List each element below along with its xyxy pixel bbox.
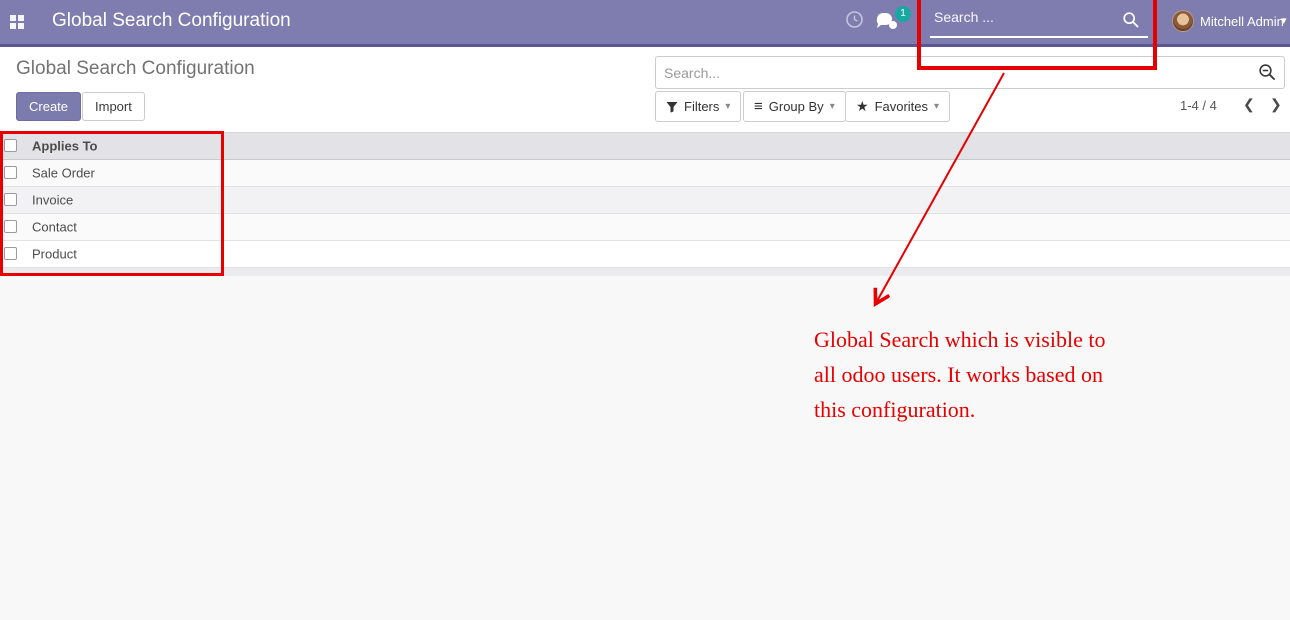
view-search-input[interactable] (664, 61, 1224, 84)
chevron-down-icon: ▾ (934, 101, 939, 112)
import-button[interactable]: Import (82, 92, 145, 121)
control-panel: Global Search Configuration Create Impor… (0, 47, 1290, 132)
list-row-product[interactable]: Product (0, 241, 1290, 268)
pager-previous-button[interactable]: ❮ (1243, 96, 1255, 113)
group-by-button[interactable]: ≡ Group By ▾ (743, 91, 846, 122)
favorites-button[interactable]: ★ Favorites ▾ (845, 91, 950, 122)
annotation-text: Global Search which is visible to all od… (814, 322, 1105, 427)
create-button[interactable]: Create (16, 92, 81, 121)
filters-label: Filters (684, 99, 719, 114)
column-header-applies-to: Applies To (32, 139, 97, 154)
list-row-sale-order[interactable]: Sale Order (0, 160, 1290, 187)
search-options-icon[interactable] (1258, 63, 1277, 82)
user-avatar[interactable] (1172, 10, 1194, 32)
chevron-down-icon: ▾ (725, 101, 730, 112)
list-row-contact[interactable]: Contact (0, 214, 1290, 241)
list-header-row: Applies To (0, 132, 1290, 160)
annotation-line: all odoo users. It works based on (814, 357, 1105, 392)
favorites-label: Favorites (875, 99, 928, 114)
list-view: Applies To Sale Order Invoice Contact Pr… (0, 132, 1290, 268)
activity-clock-icon[interactable] (845, 10, 864, 29)
global-search-input[interactable] (934, 9, 1114, 25)
row-checkbox[interactable] (4, 220, 17, 233)
annotation-line: Global Search which is visible to (814, 322, 1105, 357)
filters-button[interactable]: Filters ▾ (655, 91, 741, 122)
annotation-line: this configuration. (814, 392, 1105, 427)
row-label: Product (32, 247, 77, 262)
row-checkbox[interactable] (4, 247, 17, 260)
apps-menu-icon[interactable] (10, 15, 24, 29)
odoo-window: Global Search Configuration 1 Mitchell A… (0, 0, 1290, 620)
row-checkbox[interactable] (4, 193, 17, 206)
row-label: Contact (32, 220, 77, 235)
row-label: Sale Order (32, 166, 95, 181)
row-checkbox[interactable] (4, 166, 17, 179)
search-icon[interactable] (1122, 11, 1140, 29)
top-navbar: Global Search Configuration 1 Mitchell A… (0, 0, 1290, 47)
group-by-icon: ≡ (754, 98, 763, 115)
list-footer-strip (0, 268, 1290, 276)
group-by-label: Group By (769, 99, 824, 114)
list-row-invoice[interactable]: Invoice (0, 187, 1290, 214)
app-title: Global Search Configuration (52, 10, 291, 32)
user-caret-icon: ▾ (1281, 14, 1287, 27)
global-search-field (930, 6, 1148, 38)
filter-funnel-icon (666, 101, 678, 113)
view-search-field (655, 56, 1285, 89)
user-menu[interactable]: Mitchell Admin (1200, 14, 1284, 29)
favorites-star-icon: ★ (856, 98, 869, 115)
chevron-down-icon: ▾ (830, 101, 835, 112)
select-all-checkbox[interactable] (4, 139, 17, 152)
messages-count-badge: 1 (895, 6, 911, 22)
pager-next-button[interactable]: ❯ (1270, 96, 1282, 113)
breadcrumb[interactable]: Global Search Configuration (16, 58, 255, 80)
pager-range: 1-4 / 4 (1180, 98, 1217, 113)
row-label: Invoice (32, 193, 73, 208)
